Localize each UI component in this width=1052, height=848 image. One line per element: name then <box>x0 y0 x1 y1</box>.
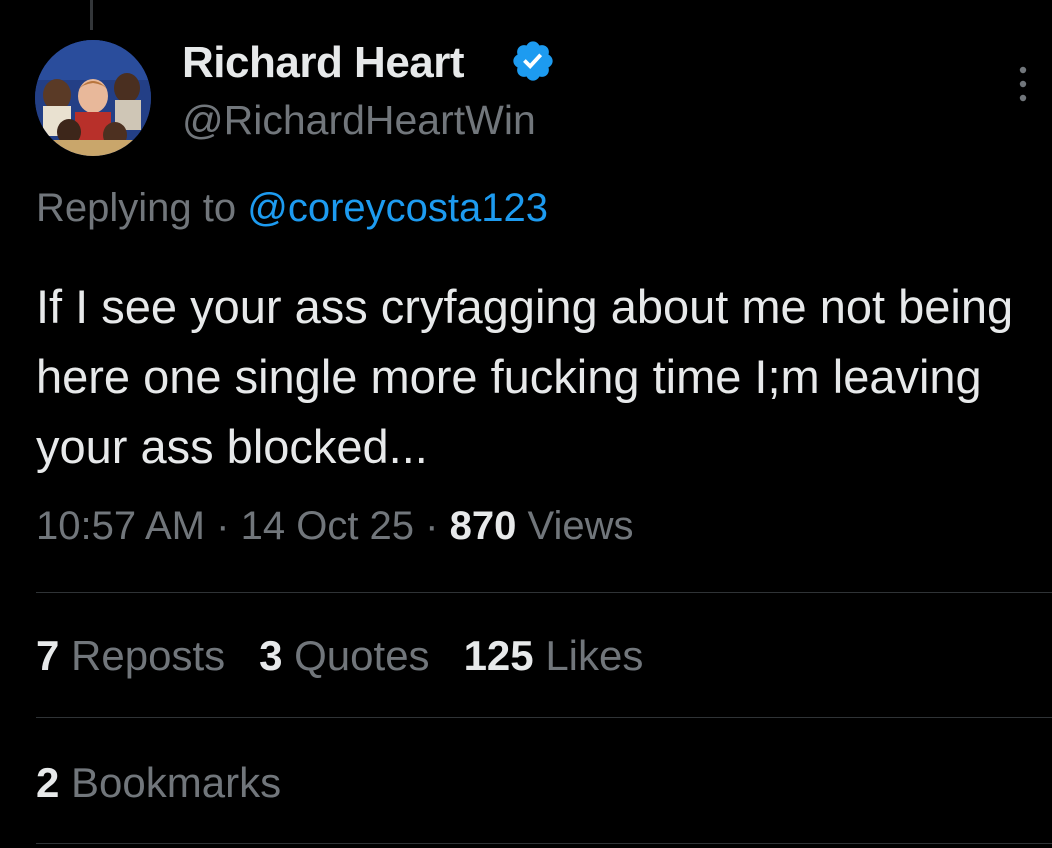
divider <box>36 592 1052 593</box>
quotes-label: Quotes <box>294 632 430 679</box>
author-handle[interactable]: @RichardHeartWin <box>182 97 536 144</box>
tweet-text: If I see your ass cryfagging about me no… <box>36 280 1014 473</box>
meta-separator: · <box>425 504 439 548</box>
avatar[interactable] <box>35 40 151 156</box>
reposts-stat[interactable]: 7 Reposts <box>36 632 225 679</box>
bookmarks-count: 2 <box>36 759 60 806</box>
meta-separator: · <box>216 504 230 548</box>
thread-connector-line <box>90 0 93 30</box>
verified-badge-icon <box>513 41 553 81</box>
replying-to-label: Replying to <box>36 186 237 230</box>
reposts-count: 7 <box>36 632 60 679</box>
bookmarks-stat[interactable]: 2 Bookmarks <box>36 759 281 807</box>
likes-stat[interactable]: 125 Likes <box>464 632 644 679</box>
likes-label: Likes <box>545 632 644 679</box>
tweet-meta: 10:57 AM · 14 Oct 25 · 870 Views <box>36 504 633 549</box>
bookmarks-label: Bookmarks <box>71 759 282 806</box>
engagement-stats: 7 Reposts 3 Quotes 125 Likes <box>36 632 677 680</box>
author-display-name[interactable]: Richard Heart <box>182 38 465 88</box>
likes-count: 125 <box>463 632 534 679</box>
tweet-date[interactable]: 14 Oct 25 <box>241 504 414 548</box>
tweet-time[interactable]: 10:57 AM <box>36 504 205 548</box>
reply-mention-link[interactable]: @coreycosta123 <box>247 186 548 230</box>
replying-to: Replying to @coreycosta123 <box>36 186 548 231</box>
divider <box>36 717 1052 718</box>
quotes-stat[interactable]: 3 Quotes <box>259 632 429 679</box>
divider <box>36 843 1052 844</box>
quotes-count: 3 <box>259 632 283 679</box>
more-options-icon[interactable] <box>1011 64 1035 104</box>
avatar-photo <box>35 40 151 156</box>
reposts-label: Reposts <box>71 632 226 679</box>
views-count: 870 <box>449 504 517 548</box>
views-label: Views <box>527 504 634 548</box>
